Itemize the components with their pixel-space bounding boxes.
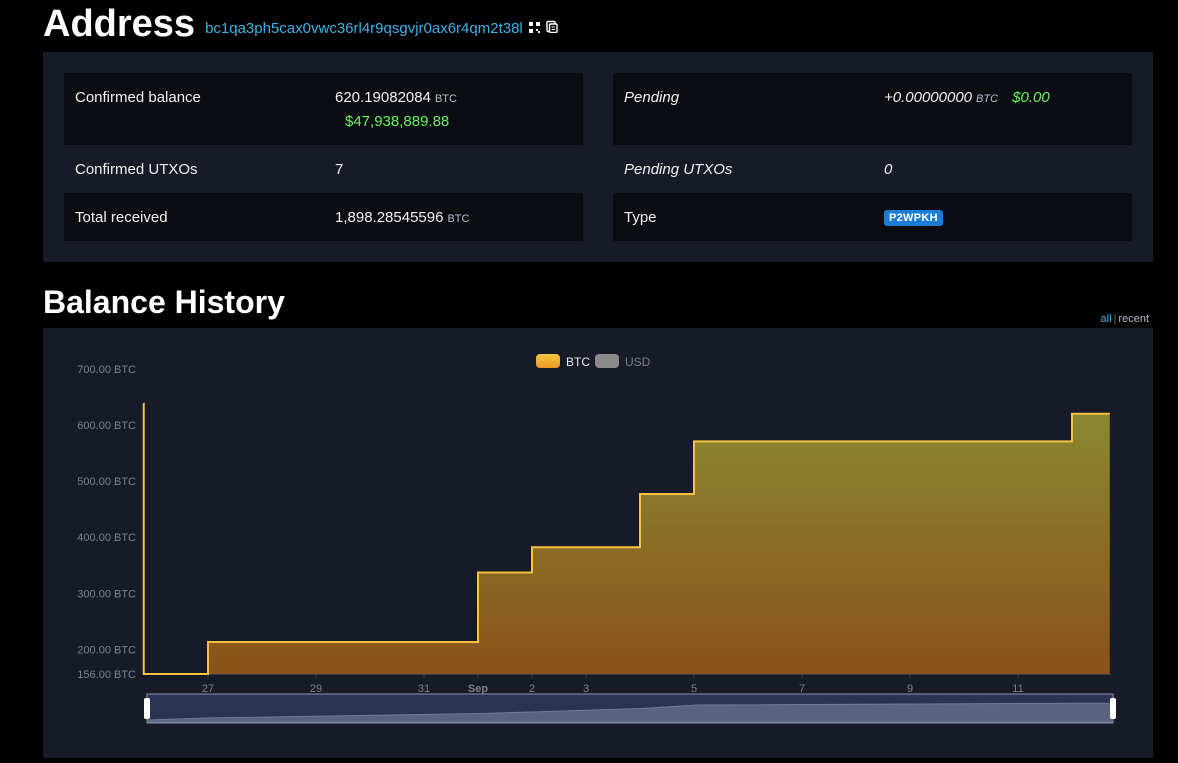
y-axis: 156.00 BTC 200.00 BTC 300.00 BTC 400.00 BTC… (77, 364, 136, 681)
x-tick-label: 7 (799, 683, 805, 695)
balance-history-chart: BTC USD 156.00 BTC 200.00 BTC 300.00 BTC 40… (43, 328, 1153, 758)
y-tick-label: 400.00 BTC (77, 532, 136, 544)
y-tick-label: 300.00 BTC (77, 588, 136, 600)
pending-usd: $0.00 (1012, 89, 1050, 106)
x-tick-label: Sep (468, 683, 488, 695)
total-received-label: Total received (75, 209, 168, 226)
x-axis: 27 29 31 Sep 2 3 5 7 9 11 (144, 674, 1111, 695)
legend-item-btc[interactable]: BTC (536, 354, 590, 369)
pending-value: +0.00000000BTC $0.00 (884, 89, 1050, 106)
x-tick-label: 2 (529, 683, 535, 695)
y-tick-label: 700.00 BTC (77, 364, 136, 376)
confirmed-utxos-label: Confirmed UTXOs (75, 161, 198, 178)
copy-icon[interactable] (546, 20, 558, 38)
btc-unit: BTC (447, 213, 469, 225)
balance-history-chart-panel: BTC USD 156.00 BTC 200.00 BTC 300.00 BTC 40… (43, 328, 1153, 758)
type-value: P2WPKH (884, 208, 943, 225)
chart-legend: BTC USD (536, 354, 651, 369)
x-tick-label: 5 (691, 683, 697, 695)
zoom-handle-left[interactable] (144, 698, 150, 719)
balance-history-title: Balance History (43, 284, 285, 321)
pending-row: Pending +0.00000000BTC $0.00 (613, 73, 1132, 145)
pending-utxos-row: Pending UTXOs 0 (613, 145, 1132, 193)
x-tick-label: 31 (418, 683, 430, 695)
summary-table-right: Pending +0.00000000BTC $0.00 Pending UTX… (613, 73, 1132, 241)
x-tick-label: 29 (310, 683, 322, 695)
plot-area (143, 404, 1110, 674)
legend-btc-swatch (536, 354, 560, 368)
address-hash-link[interactable]: bc1qa3ph5cax0vwc36rl4r9qsgvjr0ax6r4qm2t3… (205, 20, 523, 37)
total-received-row: Total received 1,898.28545596BTC (64, 193, 583, 241)
total-received-value: 1,898.28545596BTC (335, 209, 469, 226)
qr-code-icon[interactable] (529, 20, 540, 38)
data-zoom-slider[interactable] (144, 694, 1116, 723)
pending-utxos-label: Pending UTXOs (624, 161, 732, 178)
type-row: Type P2WPKH (613, 193, 1132, 241)
address-header: Address bc1qa3ph5cax0vwc36rl4r9qsgvjr0ax… (43, 2, 558, 46)
confirmed-balance-usd: $47,938,889.88 (345, 113, 449, 130)
btc-balance-area (143, 404, 1110, 674)
x-tick-label: 9 (907, 683, 913, 695)
confirmed-balance-value: 620.19082084BTC (335, 89, 457, 106)
range-selector: all|recent (1101, 313, 1149, 325)
btc-unit: BTC (976, 93, 998, 105)
type-label: Type (624, 209, 657, 226)
pending-utxos-value: 0 (884, 161, 892, 178)
legend-usd-swatch (595, 354, 619, 368)
legend-item-usd[interactable]: USD (595, 354, 651, 369)
confirmed-utxos-row: Confirmed UTXOs 7 (64, 145, 583, 193)
page-title: Address (43, 3, 195, 46)
zoom-handle-right[interactable] (1110, 698, 1116, 719)
confirmed-utxos-value: 7 (335, 161, 343, 178)
range-all-link[interactable]: all (1101, 313, 1112, 325)
x-tick-label: 11 (1012, 683, 1023, 695)
confirmed-balance-label: Confirmed balance (75, 89, 201, 106)
confirmed-balance-row: Confirmed balance 620.19082084BTC $47,93… (64, 73, 583, 145)
legend-btc-label: BTC (566, 355, 590, 369)
range-recent-link[interactable]: recent (1118, 313, 1149, 325)
address-summary-panel: Confirmed balance 620.19082084BTC $47,93… (43, 52, 1153, 262)
y-tick-label: 156.00 BTC (77, 669, 136, 681)
address-type-badge: P2WPKH (884, 210, 943, 226)
y-tick-label: 500.00 BTC (77, 476, 136, 488)
legend-usd-label: USD (625, 355, 651, 369)
btc-unit: BTC (435, 93, 457, 105)
y-tick-label: 600.00 BTC (77, 420, 136, 432)
x-tick-label: 27 (202, 683, 214, 695)
pending-label: Pending (624, 89, 679, 106)
summary-table-left: Confirmed balance 620.19082084BTC $47,93… (64, 73, 583, 241)
x-tick-label: 3 (583, 683, 589, 695)
y-tick-label: 200.00 BTC (77, 644, 136, 656)
